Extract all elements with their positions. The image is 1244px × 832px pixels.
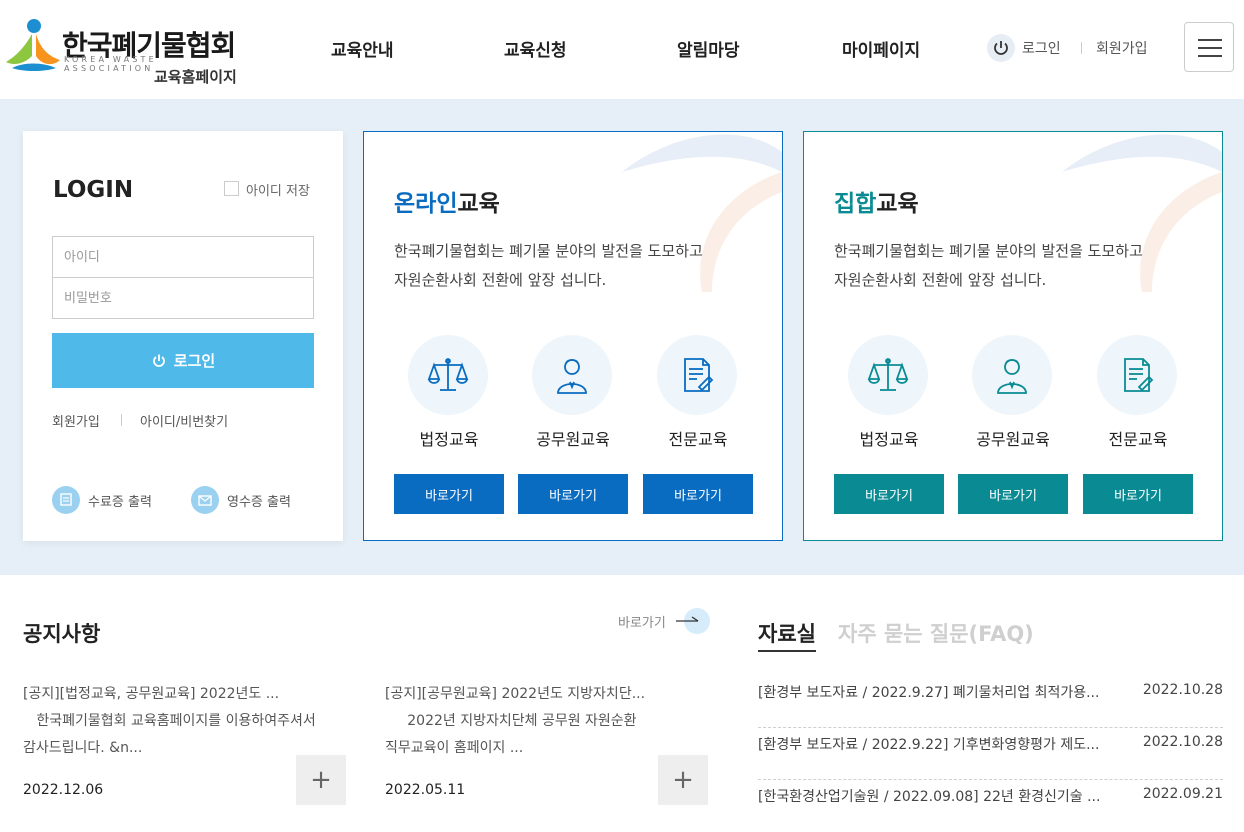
group-title-accent: 집합 (834, 191, 877, 217)
find-account-link[interactable]: 아이디/비번찾기 (140, 411, 228, 430)
online-desc-line1: 한국폐기물협회는 폐기물 분야의 발전을 도모하고 (394, 242, 703, 260)
power-icon[interactable] (987, 34, 1015, 62)
header-join-link[interactable]: 회원가입 (1096, 38, 1148, 58)
menu-line (1198, 55, 1222, 57)
person-icon (972, 335, 1052, 415)
notice-item-date: 2022.12.06 (23, 782, 104, 798)
notice-plus-button[interactable]: + (296, 755, 346, 805)
notice-item[interactable]: [공지][공무원교육] 2022년도 지방자치단... 2022년 지방자치단체… (385, 681, 685, 762)
certificate-icon (52, 486, 80, 514)
notice-item-line3: 감사드립니다. &n... (23, 740, 143, 756)
notice-item-line3: 직무교육이 홈페이지 ... (385, 740, 524, 756)
notice-item-date: 2022.05.11 (385, 782, 466, 798)
notice-more-link[interactable]: 바로가기 (618, 608, 710, 634)
tab-data-room[interactable]: 자료실 (758, 618, 816, 652)
header-login-link[interactable]: 로그인 (1022, 38, 1061, 58)
menu-line (1198, 39, 1222, 41)
group-education-card: 집합교육 한국폐기물협회는 폐기물 분야의 발전을 도모하고 자원순환사회 전환… (803, 131, 1223, 541)
util-divider (1081, 42, 1082, 54)
group-legal-go-button[interactable]: 바로가기 (834, 474, 944, 514)
save-id-checkbox[interactable] (224, 181, 239, 196)
online-card-description: 한국폐기물협회는 폐기물 분야의 발전을 도모하고 자원순환사회 전환에 앞장 … (394, 237, 703, 295)
notice-item-line2: 2022년 지방자치단체 공무원 자원순환 (385, 713, 637, 729)
group-card-title: 집합교육 (834, 184, 919, 218)
group-desc-line1: 한국폐기물협회는 폐기물 분야의 발전을 도모하고 (834, 242, 1143, 260)
group-public-label: 공무원교육 (976, 430, 1050, 449)
person-icon (532, 335, 612, 415)
list-item[interactable]: [한국환경산업기술원 / 2022.09.08] 22년 환경신기술 ... 2… (758, 780, 1223, 832)
nav-my-page[interactable]: 마이페이지 (842, 36, 920, 61)
receipt-icon (191, 486, 219, 514)
login-button-label: 로그인 (173, 352, 216, 370)
tab-faq[interactable]: 자주 묻는 질문(FAQ) (838, 618, 1034, 648)
notice-title: 공지사항 (23, 622, 101, 646)
list-item[interactable]: [환경부 보도자료 / 2022.9.27] 폐기물처리업 최적가용... 20… (758, 676, 1223, 728)
online-education-card: 온라인교육 한국폐기물협회는 폐기물 분야의 발전을 도모하고 자원순환사회 전… (363, 131, 783, 541)
online-title-rest: 교육 (457, 191, 500, 217)
logo-subtitle: 교육홈페이지 (154, 68, 237, 86)
notice-plus-button[interactable]: + (658, 755, 708, 805)
power-icon (152, 354, 165, 367)
receipt-print-link[interactable]: 영수증 출력 (191, 486, 291, 514)
online-legal-label: 법정교육 (419, 430, 479, 449)
nav-education-apply[interactable]: 교육신청 (504, 36, 567, 61)
menu-line (1198, 47, 1222, 49)
logo[interactable]: 한국폐기물협회 KOREA WASTE ASSOCIATION 교육홈페이지 (4, 14, 244, 86)
notice-item-line2: 한국폐기물협회 교육홈페이지를 이용하여주셔서 (23, 713, 316, 729)
save-id-label[interactable]: 아이디 저장 (246, 180, 310, 199)
logo-mark-icon (6, 19, 60, 71)
data-item-date: 2022.10.28 (1142, 682, 1223, 698)
join-link[interactable]: 회원가입 (52, 411, 100, 430)
data-item-title: [환경부 보도자료 / 2022.9.27] 폐기물처리업 최적가용... (758, 685, 1100, 701)
online-title-accent: 온라인 (394, 191, 458, 217)
document-icon (1097, 335, 1177, 415)
group-card-description: 한국폐기물협회는 폐기물 분야의 발전을 도모하고 자원순환사회 전환에 앞장 … (834, 237, 1143, 295)
arrow-right-icon (674, 608, 710, 634)
data-item-title: [환경부 보도자료 / 2022.9.22] 기후변화영향평가 제도... (758, 737, 1100, 753)
scale-icon (408, 335, 488, 415)
scale-icon (848, 335, 928, 415)
list-item[interactable]: [환경부 보도자료 / 2022.9.22] 기후변화영향평가 제도... 20… (758, 728, 1223, 780)
group-expert-label: 전문교육 (1108, 430, 1168, 449)
data-item-date: 2022.09.21 (1142, 786, 1223, 802)
id-input[interactable] (52, 236, 314, 278)
data-item-date: 2022.10.28 (1142, 734, 1223, 750)
online-public-label: 공무원교육 (536, 430, 610, 449)
group-desc-line2: 자원순환사회 전환에 앞장 섭니다. (834, 271, 1047, 289)
certificate-print-link[interactable]: 수료증 출력 (52, 486, 152, 514)
login-title: LOGIN (53, 177, 134, 203)
online-expert-label: 전문교육 (668, 430, 728, 449)
notice-item[interactable]: [공지][법정교육, 공무원교육] 2022년도 ... 한국폐기물협회 교육홈… (23, 681, 323, 762)
group-title-rest: 교육 (876, 191, 919, 217)
login-box: LOGIN 아이디 저장 로그인 회원가입 아이디/비번찾기 수료증 출력 영수… (23, 131, 343, 541)
data-item-title: [한국환경산업기술원 / 2022.09.08] 22년 환경신기술 ... (758, 789, 1101, 805)
online-desc-line2: 자원순환사회 전환에 앞장 섭니다. (394, 271, 607, 289)
online-card-title: 온라인교육 (394, 184, 500, 218)
nav-notice-board[interactable]: 알림마당 (677, 36, 740, 61)
notice-item-line1: [공지][공무원교육] 2022년도 지방자치단... (385, 686, 646, 702)
login-button[interactable]: 로그인 (52, 333, 314, 388)
receipt-label: 영수증 출력 (227, 494, 291, 510)
online-legal-go-button[interactable]: 바로가기 (394, 474, 504, 514)
hamburger-menu-button[interactable] (1184, 22, 1234, 72)
password-input[interactable] (52, 277, 314, 319)
group-expert-go-button[interactable]: 바로가기 (1083, 474, 1193, 514)
document-icon (657, 335, 737, 415)
certificate-label: 수료증 출력 (88, 494, 152, 510)
link-divider (121, 414, 122, 426)
nav-education-info[interactable]: 교육안내 (331, 36, 394, 61)
online-expert-go-button[interactable]: 바로가기 (643, 474, 753, 514)
notice-item-line1: [공지][법정교육, 공무원교육] 2022년도 ... (23, 686, 280, 702)
group-legal-label: 법정교육 (859, 430, 919, 449)
header: 한국폐기물협회 KOREA WASTE ASSOCIATION 교육홈페이지 교… (0, 0, 1244, 99)
online-public-go-button[interactable]: 바로가기 (518, 474, 628, 514)
notice-more-label: 바로가기 (618, 615, 666, 631)
group-public-go-button[interactable]: 바로가기 (958, 474, 1068, 514)
